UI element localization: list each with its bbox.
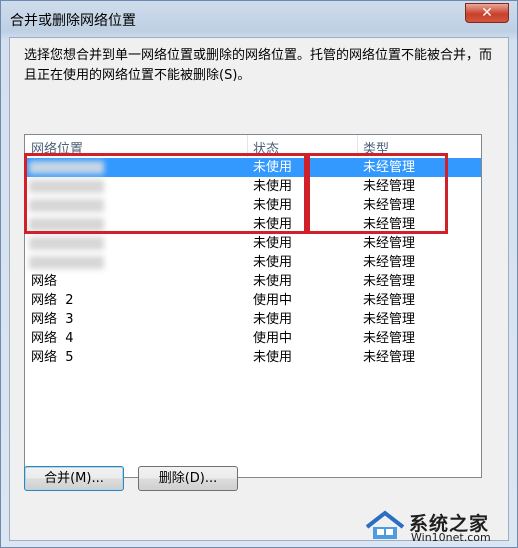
- table-row[interactable]: 网络 2 使用中 未经管理: [25, 291, 481, 310]
- dialog-body: 选择您想合并到单一网络位置或删除的网络位置。托管的网络位置不能被合并，而且正在使…: [9, 37, 509, 541]
- cell-status: 未使用: [253, 236, 293, 251]
- cell-name: 网络 3: [31, 312, 74, 327]
- cell-status: 未使用: [253, 274, 293, 289]
- title-bar[interactable]: 合并或删除网络位置 ✕: [1, 1, 517, 37]
- redacted-name: [29, 256, 104, 269]
- cell-name: 网络: [31, 274, 58, 289]
- cell-type: 未经管理: [363, 255, 416, 270]
- table-row[interactable]: 网络 未使用 未经管理: [25, 272, 481, 291]
- highlight-box-type: [304, 153, 448, 234]
- highlight-box-status: [24, 153, 310, 234]
- cell-type: 未经管理: [363, 236, 416, 251]
- close-button[interactable]: ✕: [465, 3, 509, 23]
- table-row[interactable]: 网络 5 未使用 未经管理: [25, 348, 481, 367]
- cell-name: 网络 4: [31, 331, 74, 346]
- cell-type: 未经管理: [363, 331, 416, 346]
- cell-status: 未使用: [253, 350, 293, 365]
- cell-type: 未经管理: [363, 312, 416, 327]
- cell-status: 未使用: [253, 312, 293, 327]
- dialog-title: 合并或删除网络位置: [10, 13, 136, 29]
- cell-type: 未经管理: [363, 293, 416, 308]
- table-row[interactable]: 网络 4 使用中 未经管理: [25, 329, 481, 348]
- cell-type: 未经管理: [363, 274, 416, 289]
- watermark-url: Win10net.com: [411, 531, 491, 544]
- cell-status: 使用中: [253, 293, 293, 308]
- table-row[interactable]: 未使用 未经管理: [25, 253, 481, 272]
- cell-name: 网络 5: [31, 350, 74, 365]
- merge-button[interactable]: 合并(M)...: [24, 466, 124, 491]
- cell-status: 使用中: [253, 331, 293, 346]
- cell-status: 未使用: [253, 255, 293, 270]
- cell-name: 网络 2: [31, 293, 74, 308]
- table-row[interactable]: 未使用 未经管理: [25, 234, 481, 253]
- redacted-name: [29, 237, 104, 250]
- merge-delete-network-locations-dialog: 合并或删除网络位置 ✕ 选择您想合并到单一网络位置或删除的网络位置。托管的网络位…: [0, 0, 518, 548]
- watermark-logo: 系统之家 Win10net.com: [363, 507, 513, 545]
- delete-button[interactable]: 删除(D)...: [138, 466, 238, 491]
- house-logo-icon: [365, 510, 405, 539]
- instructions-text: 选择您想合并到单一网络位置或删除的网络位置。托管的网络位置不能被合并，而且正在使…: [24, 48, 493, 83]
- close-icon: ✕: [481, 5, 493, 21]
- cell-type: 未经管理: [363, 350, 416, 365]
- table-row[interactable]: 网络 3 未使用 未经管理: [25, 310, 481, 329]
